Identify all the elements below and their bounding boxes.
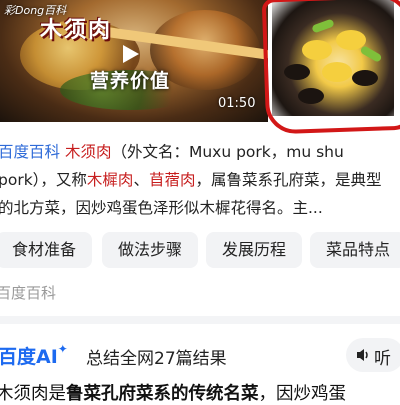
thumb-pepper xyxy=(311,18,335,34)
ai-answer-plain: 木须肉是 xyxy=(0,384,66,404)
video-duration: 01:50 xyxy=(218,96,256,111)
thumb-egg xyxy=(322,62,352,82)
thumb-fungus xyxy=(352,70,378,86)
thumb-egg xyxy=(302,40,332,60)
ai-summary-count: 总结全网27篇结果 xyxy=(86,349,227,369)
baidu-ai-logo: 百度AI✦ xyxy=(0,342,68,369)
listen-button[interactable]: 听 xyxy=(346,338,400,372)
ai-summary-header: 百度AI✦ 总结全网27篇结果 听 xyxy=(0,338,400,374)
play-icon[interactable] xyxy=(118,42,142,66)
ai-answer-rest: ，因炒鸡蛋 xyxy=(258,384,347,404)
listen-label: 听 xyxy=(374,349,391,369)
tag-ingredients[interactable]: 食材准备 xyxy=(0,232,92,268)
thumb-fungus xyxy=(284,64,310,80)
tag-features[interactable]: 菜品特点 xyxy=(310,232,400,268)
baike-source-link[interactable]: 百度百科 xyxy=(0,143,60,161)
tag-steps[interactable]: 做法步骤 xyxy=(102,232,198,268)
dish-name-link[interactable]: 木须肉 xyxy=(65,143,112,161)
thumb-pepper xyxy=(359,45,383,63)
video-title-overlay: 木须肉 xyxy=(40,17,113,43)
alias-link-muxi[interactable]: 木樨肉 xyxy=(87,171,134,189)
video-caption: 营养价值 xyxy=(90,70,171,92)
description-paragraph: 百度百科 木须肉（外文名：Muxu pork，mu shu pork），又称木樨… xyxy=(0,138,394,222)
video-player[interactable]: 彩Dong百科 木须肉 营养价值 01:50 xyxy=(0,0,268,122)
sparkle-icon: ✦ xyxy=(57,342,68,356)
thumb-fungus xyxy=(298,88,324,104)
section-tags: 食材准备 做法步骤 发展历程 菜品特点 xyxy=(0,232,400,270)
source-footer[interactable]: 百度百科 xyxy=(0,282,56,303)
speaker-icon xyxy=(357,349,368,361)
description-separator: 、 xyxy=(133,171,149,189)
tag-history[interactable]: 发展历程 xyxy=(206,232,302,268)
baidu-ai-logo-text: 百度AI xyxy=(0,346,58,368)
hero-media: 彩Dong百科 木须肉 营养价值 01:50 xyxy=(0,0,400,122)
alias-link-muxu[interactable]: 苜蓿肉 xyxy=(149,171,196,189)
ai-answer-text: 木须肉是鲁菜孔府菜系的传统名菜，因炒鸡蛋 xyxy=(0,380,400,405)
dish-thumbnail[interactable] xyxy=(272,0,394,116)
section-divider xyxy=(0,316,400,324)
ai-answer-bold: 鲁菜孔府菜系的传统名菜 xyxy=(66,384,259,404)
